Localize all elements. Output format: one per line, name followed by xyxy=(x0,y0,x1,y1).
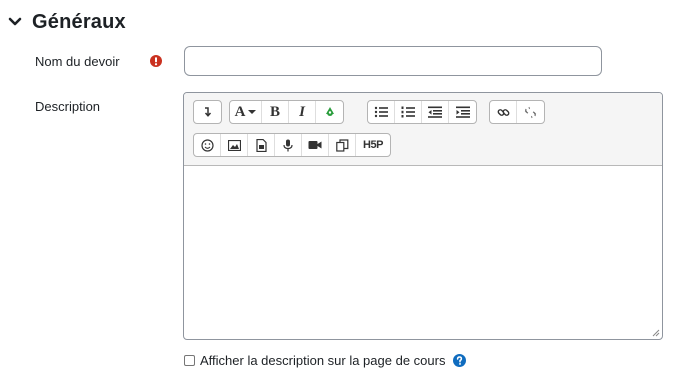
show-description-checkbox[interactable] xyxy=(184,354,195,366)
microphone-icon xyxy=(283,139,293,151)
section-title: Généraux xyxy=(32,10,126,33)
toolbar-group-links xyxy=(489,100,545,124)
copy-icon xyxy=(335,138,348,152)
toolbar-group-collapse xyxy=(193,100,222,124)
chevron-down-icon[interactable] xyxy=(4,11,26,33)
image-button[interactable] xyxy=(221,134,248,156)
bullet-list-icon xyxy=(374,106,388,118)
bold-button[interactable]: B xyxy=(262,101,289,123)
smiley-icon xyxy=(200,138,214,152)
description-editor: A B I H5P xyxy=(183,92,663,340)
required-icon xyxy=(150,55,162,67)
accessibility-checker-button[interactable] xyxy=(316,101,343,123)
arrow-down-icon xyxy=(204,107,211,117)
outdent-icon xyxy=(428,106,442,118)
manage-files-button[interactable] xyxy=(329,134,356,156)
h5p-icon: H5P xyxy=(363,139,383,151)
show-description-option: Afficher la description sur la page de c… xyxy=(184,352,467,368)
h5p-button[interactable]: H5P xyxy=(356,134,390,156)
description-label: Description xyxy=(35,99,101,114)
video-camera-icon xyxy=(308,141,322,149)
unlink-button[interactable] xyxy=(517,101,544,123)
toolbar-group-lists xyxy=(367,100,477,124)
unlink-icon xyxy=(524,106,537,118)
record-video-button[interactable] xyxy=(302,134,329,156)
emoji-button[interactable] xyxy=(194,134,221,156)
help-icon[interactable] xyxy=(453,353,467,367)
media-file-button[interactable] xyxy=(248,134,275,156)
toolbar-group-style: A B I xyxy=(229,100,344,124)
link-icon xyxy=(497,108,509,116)
toolbar-group-media: H5P xyxy=(193,133,391,157)
outdent-button[interactable] xyxy=(422,101,449,123)
image-icon xyxy=(227,139,241,151)
editor-toolbar: A B I H5P xyxy=(184,93,662,166)
numbered-list-icon xyxy=(401,106,415,118)
unordered-list-button[interactable] xyxy=(368,101,395,123)
toolbar-toggle-button[interactable] xyxy=(194,101,221,123)
recycle-icon xyxy=(325,107,334,116)
assignment-name-input[interactable] xyxy=(184,46,602,76)
font-style-button[interactable]: A xyxy=(230,101,262,123)
italic-button[interactable]: I xyxy=(289,101,316,123)
file-icon xyxy=(255,138,267,152)
ordered-list-button[interactable] xyxy=(395,101,422,123)
section-header[interactable]: Généraux xyxy=(4,8,126,36)
indent-button[interactable] xyxy=(449,101,476,123)
indent-icon xyxy=(455,106,470,118)
caret-down-icon xyxy=(248,110,257,114)
record-audio-button[interactable] xyxy=(275,134,302,156)
show-description-label: Afficher la description sur la page de c… xyxy=(200,352,446,368)
description-textarea[interactable] xyxy=(184,167,662,339)
resize-handle-icon[interactable] xyxy=(651,328,660,337)
link-button[interactable] xyxy=(490,101,517,123)
name-label: Nom du devoir xyxy=(35,54,120,69)
font-icon: A xyxy=(234,103,246,120)
